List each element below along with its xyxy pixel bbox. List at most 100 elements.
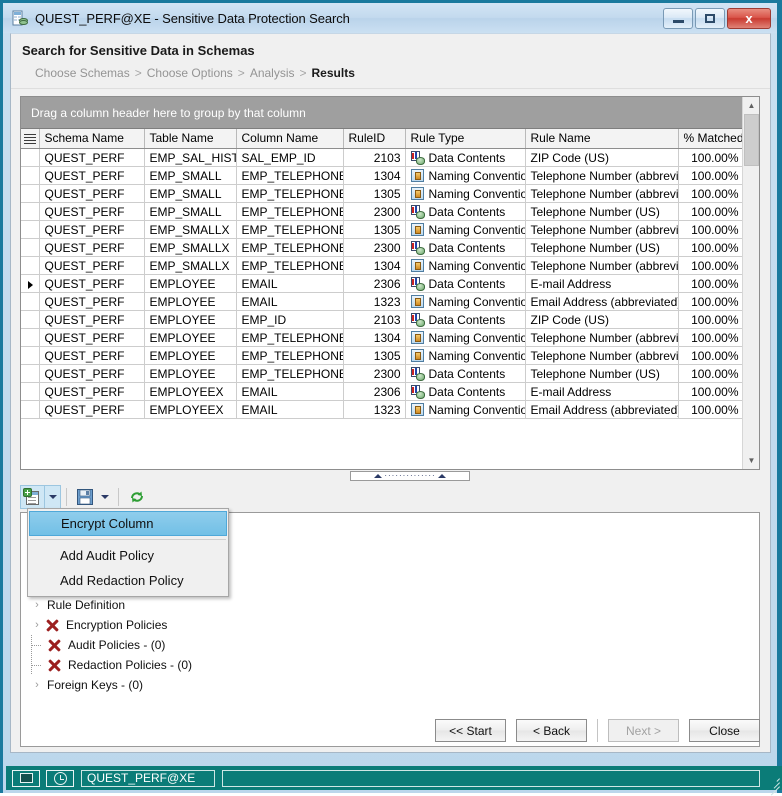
cell-rule-type: Data Contents <box>405 274 526 293</box>
table-row[interactable]: QUEST_PERF EMPLOYEE EMAIL 2306 Data Contents… <box>21 274 742 293</box>
table-header-row[interactable]: Schema Name Table Name Column Name RuleID Ru… <box>21 129 742 149</box>
row-indicator[interactable] <box>21 292 40 311</box>
row-indicator[interactable] <box>21 148 40 167</box>
rule-type-label: Naming Convention <box>428 402 525 417</box>
scrollbar-thumb[interactable] <box>744 114 759 166</box>
table-row[interactable]: QUEST_PERF EMP_SMALLX EMP_TELEPHONE 1305 Nam… <box>21 220 742 239</box>
row-indicator[interactable] <box>21 310 40 329</box>
table-row[interactable]: QUEST_PERF EMPLOYEE EMP_TELEPHONE 2300 Data … <box>21 364 742 383</box>
grid-vertical-scrollbar[interactable]: ▲ ▼ <box>742 97 759 469</box>
add-policy-menu[interactable]: Encrypt Column Add Audit Policy Add Redact… <box>27 508 229 597</box>
cell-schema-name: QUEST_PERF <box>39 166 145 185</box>
cell-table-name: EMP_SMALLX <box>144 238 237 257</box>
cell-percent-matched: 100.00% <box>678 346 742 365</box>
breadcrumb-item-choose-schemas[interactable]: Choose Schemas <box>35 66 130 80</box>
row-indicator[interactable] <box>21 400 40 419</box>
row-indicator[interactable] <box>21 166 40 185</box>
cell-column-name: EMP_TELEPHONE <box>236 328 344 347</box>
tree-node[interactable]: › Foreign Keys - (0) <box>21 675 759 695</box>
start-button[interactable]: << Start <box>435 719 506 742</box>
cell-table-name: EMPLOYEE <box>144 364 237 383</box>
back-button[interactable]: < Back <box>516 719 587 742</box>
tree-node[interactable]: › Encryption Policies <box>21 615 759 635</box>
rule-type-label: Data Contents <box>428 204 506 219</box>
data-contents-icon <box>410 366 425 381</box>
breadcrumb-item-results[interactable]: Results <box>312 66 355 80</box>
data-contents-icon <box>410 276 425 291</box>
column-header-ruletype[interactable]: Rule Type <box>405 129 526 149</box>
row-indicator[interactable] <box>21 202 40 221</box>
table-row[interactable]: QUEST_PERF EMP_SMALL EMP_TELEPHONE 1305 Nami… <box>21 184 742 203</box>
tree-node[interactable]: › Rule Definition <box>21 595 759 615</box>
menu-item-add-audit-policy[interactable]: Add Audit Policy <box>28 543 228 568</box>
cell-column-name: EMP_TELEPHONE <box>236 346 344 365</box>
group-by-panel[interactable]: Drag a column header here to group by th… <box>21 97 759 129</box>
row-indicator[interactable] <box>21 256 40 275</box>
save-split-button[interactable] <box>72 485 113 509</box>
row-indicator[interactable] <box>21 184 40 203</box>
breadcrumb-item-choose-options[interactable]: Choose Options <box>147 66 233 80</box>
cell-schema-name: QUEST_PERF <box>39 202 145 221</box>
column-header-rulename[interactable]: Rule Name <box>525 129 679 149</box>
row-indicator[interactable] <box>21 238 40 257</box>
row-indicator[interactable] <box>21 274 40 293</box>
minimize-button[interactable] <box>663 8 693 29</box>
tree-expander-icon[interactable]: › <box>29 675 45 695</box>
resize-grip[interactable] <box>766 774 780 796</box>
cell-schema-name: QUEST_PERF <box>39 274 145 293</box>
status-screen-button[interactable] <box>12 769 40 787</box>
table-row[interactable]: QUEST_PERF EMPLOYEE EMP_TELEPHONE 1304 Namin… <box>21 328 742 347</box>
tree-expander-icon[interactable]: › <box>29 615 45 635</box>
scroll-down-arrow-icon[interactable]: ▼ <box>743 452 759 469</box>
status-clock-button[interactable] <box>46 769 74 787</box>
column-header-schema[interactable]: Schema Name <box>39 129 145 149</box>
add-policy-dropdown-button[interactable] <box>45 485 61 509</box>
row-indicator[interactable] <box>21 346 40 365</box>
cell-rule-id: 1323 <box>343 292 406 311</box>
tree-expander-icon[interactable]: › <box>29 595 45 615</box>
tree-node[interactable]: Audit Policies - (0) <box>21 635 759 655</box>
row-indicator[interactable] <box>21 220 40 239</box>
row-indicator[interactable] <box>21 328 40 347</box>
table-row[interactable]: QUEST_PERF EMP_SAL_HIST SAL_EMP_ID 2103 Data… <box>21 148 742 167</box>
add-policy-button[interactable] <box>20 485 45 509</box>
refresh-button[interactable] <box>124 485 149 509</box>
table-row[interactable]: QUEST_PERF EMP_SMALLX EMP_TELEPHONE 1304 Nam… <box>21 256 742 275</box>
breadcrumb-item-analysis[interactable]: Analysis <box>250 66 295 80</box>
menu-item-add-redaction-policy[interactable]: Add Redaction Policy <box>28 568 228 593</box>
button-label: < Back <box>532 723 571 738</box>
row-indicator[interactable] <box>21 364 40 383</box>
table-row[interactable]: QUEST_PERF EMP_SMALLX EMP_TELEPHONE 2300 Dat… <box>21 238 742 257</box>
save-dropdown-button[interactable] <box>97 485 113 509</box>
splitter-grip[interactable]: ·············· <box>350 471 470 481</box>
title-bar[interactable]: QUEST_PERF@XE - Sensitive Data Protectio… <box>3 3 777 33</box>
table-row[interactable]: QUEST_PERF EMPLOYEEX EMAIL 2306 Data Content… <box>21 382 742 401</box>
table-row[interactable]: QUEST_PERF EMPLOYEE EMP_ID 2103 Data Content… <box>21 310 742 329</box>
grid-column-chooser-button[interactable] <box>21 129 40 149</box>
data-contents-icon <box>410 150 425 165</box>
close-window-button[interactable]: x <box>727 8 771 29</box>
table-row[interactable]: QUEST_PERF EMP_SMALL EMP_TELEPHONE 1304 Nami… <box>21 166 742 185</box>
table-row[interactable]: QUEST_PERF EMPLOYEE EMAIL 1323 Naming Conven… <box>21 292 742 311</box>
add-policy-split-button[interactable] <box>20 485 61 509</box>
tree-node-label: Rule Definition <box>47 598 126 612</box>
table-row[interactable]: QUEST_PERF EMPLOYEE EMP_TELEPHONE 1305 Namin… <box>21 346 742 365</box>
row-indicator[interactable] <box>21 382 40 401</box>
rule-type-label: Naming Convention <box>428 348 525 363</box>
column-header-matched[interactable]: % Matched <box>678 129 742 149</box>
table-row[interactable]: QUEST_PERF EMP_SMALL EMP_TELEPHONE 2300 Data… <box>21 202 742 221</box>
menu-item-encrypt-column[interactable]: Encrypt Column <box>29 511 227 536</box>
save-button[interactable] <box>72 485 97 509</box>
cell-rule-type: Data Contents <box>405 310 526 329</box>
table-row[interactable]: QUEST_PERF EMPLOYEEX EMAIL 1323 Naming Conve… <box>21 400 742 419</box>
maximize-button[interactable] <box>695 8 725 29</box>
panel-splitter[interactable]: ·············· <box>20 470 760 484</box>
toolbar-separator <box>118 488 119 506</box>
scroll-up-arrow-icon[interactable]: ▲ <box>743 97 759 114</box>
column-header-table[interactable]: Table Name <box>144 129 237 149</box>
column-header-ruleid[interactable]: RuleID <box>343 129 406 149</box>
close-button[interactable]: Close <box>689 719 760 742</box>
tree-node[interactable]: Redaction Policies - (0) <box>21 655 759 675</box>
table-body: QUEST_PERF EMP_SAL_HIST SAL_EMP_ID 2103 Data… <box>21 148 742 419</box>
column-header-column[interactable]: Column Name <box>236 129 344 149</box>
